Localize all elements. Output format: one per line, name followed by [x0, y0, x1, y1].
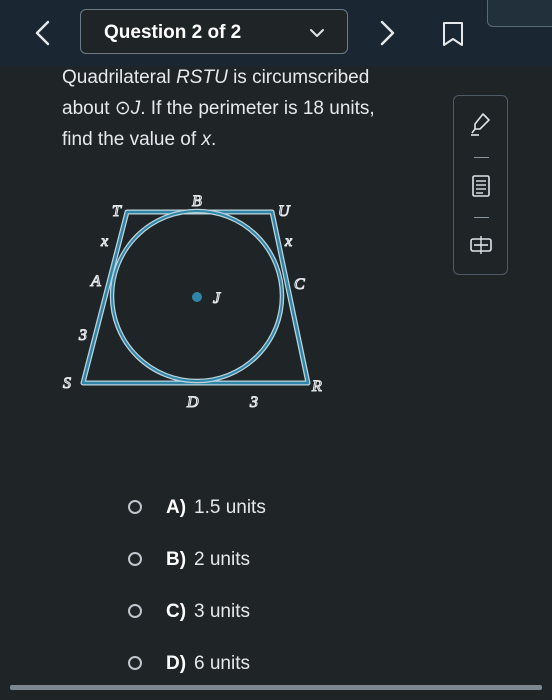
window-corner-tab[interactable]: [487, 0, 552, 27]
prompt-text: is circumscribed: [227, 67, 370, 88]
choice-letter: B): [166, 549, 187, 570]
choice-text: 1.5 units: [194, 497, 266, 518]
prompt-text: about: [62, 98, 115, 119]
radio-button[interactable]: [128, 604, 142, 618]
question-prompt: Quadrilateral RSTU is circumscribed abou…: [62, 62, 432, 155]
circle-symbol: ⊙: [114, 98, 131, 119]
bottom-divider: [10, 685, 542, 690]
choice-letter: D): [166, 653, 187, 674]
shape-name: RSTU: [176, 67, 228, 88]
circle-name: J: [130, 98, 141, 119]
label-a: A: [90, 273, 101, 290]
variable-x: x: [201, 129, 211, 150]
prompt-text: Quadrilateral: [62, 67, 177, 88]
radio-button[interactable]: [128, 656, 142, 670]
label-u: U: [278, 203, 291, 220]
center-point-j: [192, 292, 202, 302]
quadrilateral-figure: T B U x x A C J 3 S D 3 R: [62, 192, 322, 411]
choice-letter: C): [166, 601, 187, 622]
notepad-icon[interactable]: [467, 172, 495, 200]
label-j: J: [213, 290, 221, 307]
bookmark-icon[interactable]: [441, 20, 465, 48]
tool-separator: [474, 217, 489, 218]
prompt-text: .: [210, 129, 217, 150]
chevron-right-icon[interactable]: [374, 18, 400, 48]
label-3-bottom: 3: [249, 394, 258, 411]
prompt-text: find the value of: [62, 129, 202, 150]
tool-separator: [474, 157, 489, 158]
prompt-text: . If the perimeter is 18 units,: [140, 98, 375, 119]
label-t: T: [112, 203, 122, 220]
tools-panel: [453, 95, 508, 275]
radio-button[interactable]: [128, 552, 142, 566]
label-b: B: [192, 193, 202, 210]
choice-text: 6 units: [194, 653, 250, 674]
choice-a[interactable]: A) 1.5 units: [128, 492, 388, 524]
label-r: R: [311, 378, 322, 395]
highlighter-icon[interactable]: [467, 110, 495, 138]
label-x-right: x: [284, 233, 292, 250]
choice-d[interactable]: D) 6 units: [128, 648, 388, 680]
choice-text: 3 units: [194, 601, 250, 622]
question-selector-label: Question 2 of 2: [104, 22, 242, 43]
label-3-left: 3: [78, 327, 87, 344]
choice-b[interactable]: B) 2 units: [128, 544, 388, 576]
label-s: S: [63, 375, 71, 392]
label-c: C: [294, 276, 305, 293]
label-d: D: [186, 394, 199, 411]
radio-button[interactable]: [128, 500, 142, 514]
chevron-left-icon[interactable]: [30, 18, 56, 48]
calculator-icon[interactable]: [467, 232, 495, 260]
label-x-left: x: [100, 233, 108, 250]
question-selector[interactable]: Question 2 of 2: [80, 9, 348, 54]
choice-letter: A): [166, 497, 187, 518]
choice-text: 2 units: [194, 549, 250, 570]
choice-c[interactable]: C) 3 units: [128, 596, 388, 628]
chevron-down-icon: [310, 29, 324, 37]
